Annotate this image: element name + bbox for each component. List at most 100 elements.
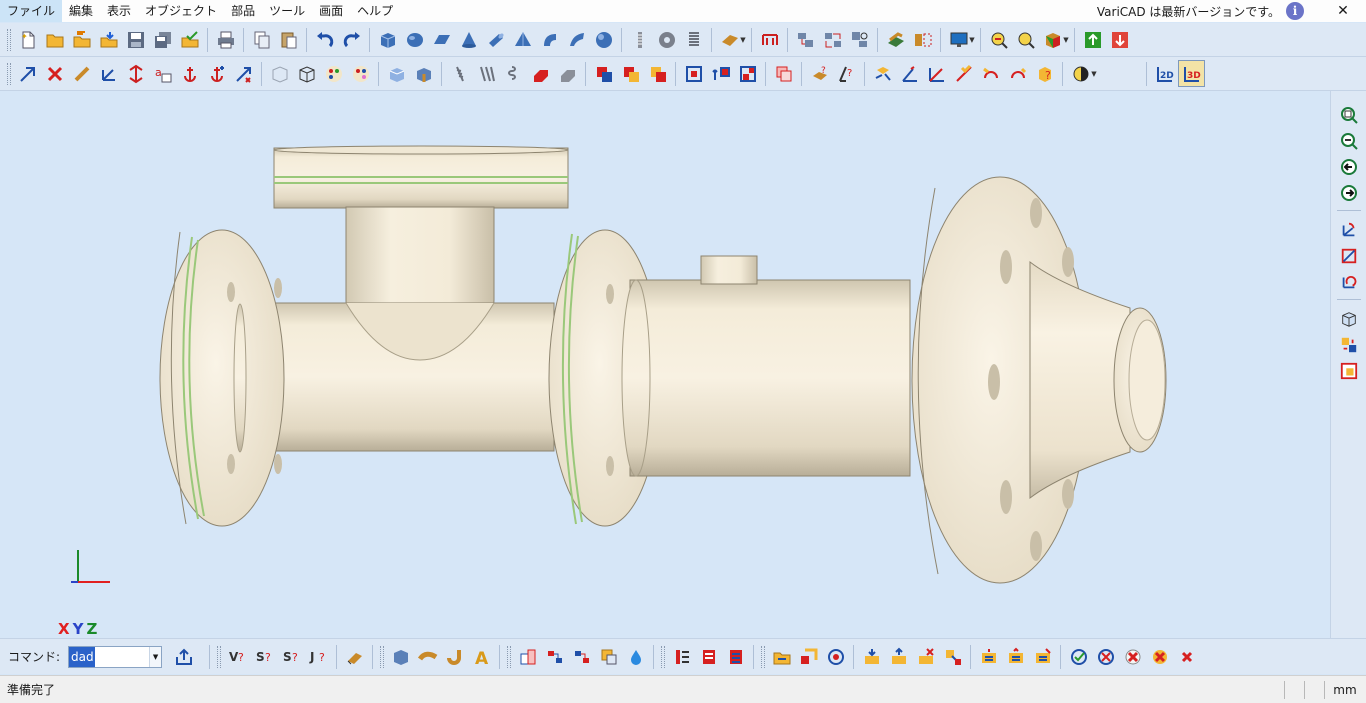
command-input[interactable] xyxy=(69,646,150,667)
toolbar-grip[interactable] xyxy=(761,645,766,668)
3d-viewport[interactable]: XYZ xyxy=(0,91,1330,638)
sheet-up-icon[interactable] xyxy=(1002,643,1029,670)
mode-2d-button[interactable]: 2D xyxy=(1151,60,1178,87)
menu-object[interactable]: オブジェクト xyxy=(138,0,224,22)
color-palette-icon[interactable] xyxy=(320,60,347,87)
cut-icon[interactable] xyxy=(680,60,707,87)
toolbar-grip[interactable] xyxy=(7,62,11,85)
object-tree-icon[interactable] xyxy=(846,26,873,53)
print-icon[interactable] xyxy=(212,26,239,53)
chevron-down-icon[interactable]: ▼ xyxy=(968,36,976,44)
pan-left-icon[interactable] xyxy=(1335,153,1362,180)
prism-solid-icon[interactable] xyxy=(428,26,455,53)
query-s-icon[interactable]: S? xyxy=(251,643,278,670)
menu-parts[interactable]: 部品 xyxy=(224,0,262,22)
chevron-down-icon[interactable]: ▼ xyxy=(149,646,162,667)
query-v-icon[interactable]: V? xyxy=(224,643,251,670)
rotate-y-icon[interactable] xyxy=(1335,242,1362,269)
attr-red-icon[interactable] xyxy=(695,643,722,670)
boolean-intersect-icon[interactable] xyxy=(644,60,671,87)
fill-gray-icon[interactable] xyxy=(554,60,581,87)
rotate-part-icon[interactable] xyxy=(822,643,849,670)
cylinder-solid-icon[interactable] xyxy=(401,26,428,53)
hide-icon[interactable] xyxy=(410,60,437,87)
link-icon[interactable] xyxy=(541,643,568,670)
text-a-icon[interactable]: A xyxy=(468,643,495,670)
toolbar-grip[interactable] xyxy=(7,28,11,51)
thread-icon[interactable] xyxy=(446,60,473,87)
dimension-edit-icon[interactable] xyxy=(230,60,257,87)
zoom-all-icon[interactable] xyxy=(1335,101,1362,128)
open-folder-icon[interactable] xyxy=(41,26,68,53)
window-close-button[interactable]: ✕ xyxy=(1320,0,1366,22)
rotate-x-icon[interactable] xyxy=(1335,216,1362,243)
menu-file[interactable]: ファイル xyxy=(0,0,63,22)
cancel-2-icon[interactable] xyxy=(1119,643,1146,670)
command-combo[interactable]: ▼ xyxy=(68,645,163,668)
import-icon[interactable] xyxy=(95,26,122,53)
update-up-icon[interactable] xyxy=(885,643,912,670)
zoom-icon[interactable] xyxy=(1012,26,1039,53)
check-icon[interactable] xyxy=(869,60,896,87)
measure-icon[interactable]: ? xyxy=(806,60,833,87)
menu-help[interactable]: ヘルプ xyxy=(350,0,400,22)
mirror-icon[interactable] xyxy=(909,26,936,53)
chevron-down-icon[interactable]: ▼ xyxy=(1062,36,1070,44)
eraser-icon[interactable] xyxy=(341,643,368,670)
zoom-extents-icon[interactable] xyxy=(1335,127,1362,154)
drop-icon[interactable] xyxy=(622,643,649,670)
undo-icon[interactable] xyxy=(311,26,338,53)
view-iso-icon[interactable] xyxy=(1335,305,1362,332)
box-blue-icon[interactable] xyxy=(387,643,414,670)
sphere-solid-icon[interactable] xyxy=(590,26,617,53)
anchor-icon[interactable] xyxy=(176,60,203,87)
gear-icon[interactable] xyxy=(653,26,680,53)
split-icon[interactable] xyxy=(734,60,761,87)
replace-icon[interactable] xyxy=(939,643,966,670)
pipe-icon[interactable] xyxy=(441,643,468,670)
wireframe-icon[interactable] xyxy=(266,60,293,87)
axis-icon[interactable] xyxy=(923,60,950,87)
pyramid-solid-icon[interactable] xyxy=(509,26,536,53)
open-part-icon[interactable] xyxy=(768,643,795,670)
spring-icon[interactable] xyxy=(680,26,707,53)
cancel-3-icon[interactable] xyxy=(1146,643,1173,670)
cancel-1-icon[interactable] xyxy=(1092,643,1119,670)
menu-tools[interactable]: ツール xyxy=(262,0,312,22)
save-all-icon[interactable] xyxy=(149,26,176,53)
zoom-window-icon[interactable] xyxy=(985,26,1012,53)
text-icon[interactable]: a xyxy=(149,60,176,87)
info-icon[interactable]: i xyxy=(1286,2,1304,20)
assembly-icon[interactable] xyxy=(792,26,819,53)
dimension-icon[interactable] xyxy=(756,26,783,53)
tube-solid-icon[interactable] xyxy=(482,26,509,53)
layer-icon[interactable] xyxy=(770,60,797,87)
copy-solid-icon[interactable] xyxy=(707,60,734,87)
copy-yellow-icon[interactable] xyxy=(595,643,622,670)
mass-icon[interactable] xyxy=(1004,60,1031,87)
move-icon[interactable] xyxy=(882,26,909,53)
upload-icon[interactable] xyxy=(170,643,197,670)
spring-tool-icon[interactable] xyxy=(500,60,527,87)
new-file-icon[interactable]: ✦ xyxy=(14,26,41,53)
arc-icon[interactable] xyxy=(977,60,1004,87)
redo-icon[interactable] xyxy=(338,26,365,53)
boolean-subtract-icon[interactable] xyxy=(617,60,644,87)
toolbar-grip[interactable] xyxy=(380,645,385,668)
paint-red-icon[interactable] xyxy=(527,60,554,87)
menu-edit[interactable]: 編集 xyxy=(62,0,100,22)
insert-part-icon[interactable] xyxy=(795,643,822,670)
cancel-4-icon[interactable] xyxy=(1173,643,1200,670)
bolt-icon[interactable] xyxy=(626,26,653,53)
torus-solid-icon[interactable] xyxy=(536,26,563,53)
toolbar-grip[interactable] xyxy=(661,645,666,668)
bend-icon[interactable] xyxy=(414,643,441,670)
sweep-solid-icon[interactable] xyxy=(563,26,590,53)
remove-icon[interactable] xyxy=(912,643,939,670)
view-wire-icon[interactable] xyxy=(1335,357,1362,384)
save-icon[interactable] xyxy=(122,26,149,53)
attr-list-icon[interactable] xyxy=(722,643,749,670)
select-icon[interactable] xyxy=(14,60,41,87)
rotate-z-icon[interactable] xyxy=(1335,268,1362,295)
transform-icon[interactable] xyxy=(68,60,95,87)
